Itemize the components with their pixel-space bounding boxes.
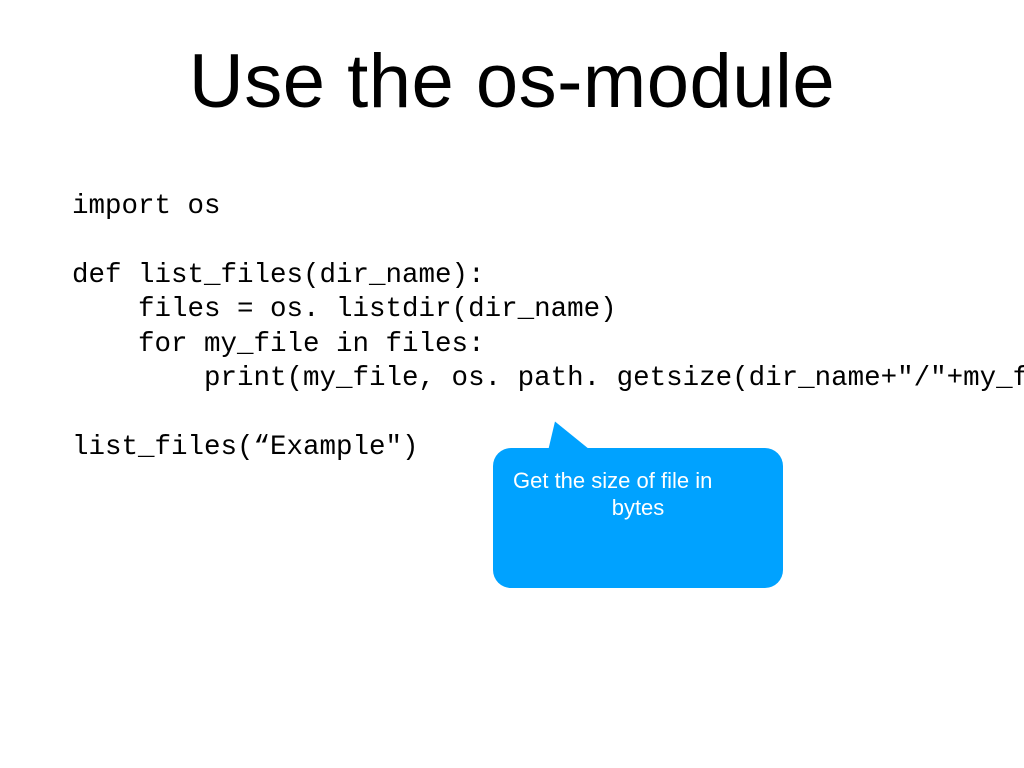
callout-body: Get the size of file in bytes <box>493 448 783 588</box>
callout: Get the size of file in bytes <box>493 430 783 595</box>
code-line: print(my_file, os. path. getsize(dir_nam… <box>72 363 1024 394</box>
code-line: for my_file in files: <box>72 329 485 360</box>
callout-text-line: bytes <box>513 495 763 520</box>
callout-text-line: Get the size of file in <box>513 468 763 493</box>
code-line: def list_files(dir_name): <box>72 260 485 291</box>
code-line: import os <box>72 191 221 222</box>
slide: Use the os-module import os def list_fil… <box>0 0 1024 768</box>
code-line: files = os. listdir(dir_name) <box>72 294 617 325</box>
slide-title: Use the os-module <box>0 38 1024 125</box>
code-line: list_files(“Example") <box>72 432 419 463</box>
